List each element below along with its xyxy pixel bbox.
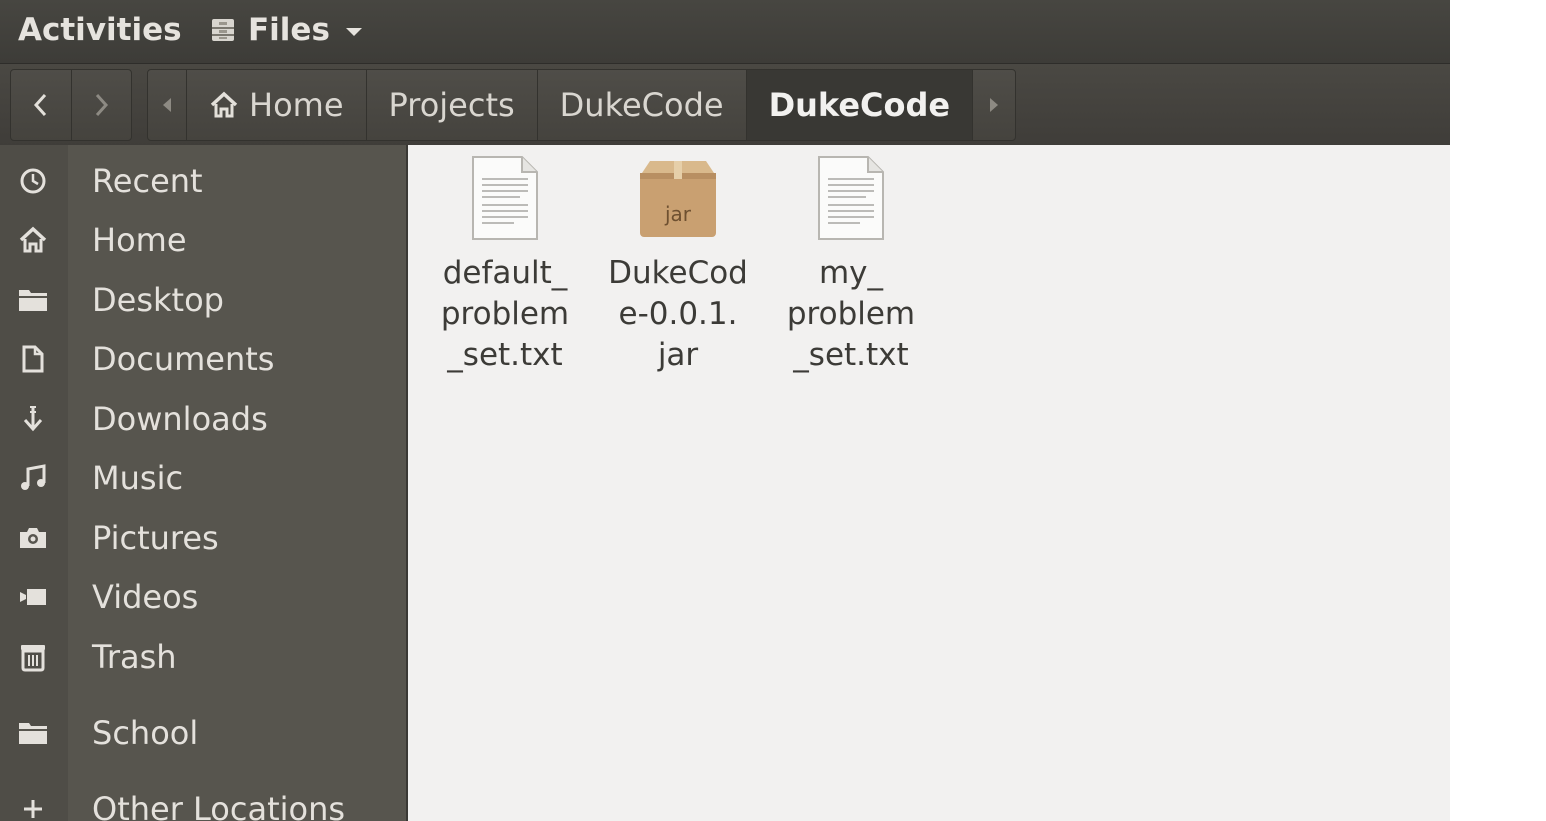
places-sidebar: Recent Home Desktop Documents Downloads … — [0, 145, 408, 821]
breadcrumb-home[interactable]: Home — [186, 70, 366, 140]
sidebar-item-school[interactable]: School — [0, 705, 406, 761]
sidebar-item-label: Home — [92, 221, 187, 259]
folder-icon — [19, 723, 47, 744]
file-item[interactable]: my_ problem _set.txt — [776, 155, 926, 376]
top-panel: Activities Files — [0, 0, 1450, 63]
home-icon — [210, 91, 238, 118]
file-name: my_ problem _set.txt — [786, 255, 916, 373]
sidebar-item-music[interactable]: Music — [0, 450, 406, 506]
path-bar: Home Projects DukeCode DukeCode — [147, 69, 1017, 141]
home-icon — [19, 226, 47, 253]
triangle-left-icon — [163, 98, 171, 112]
file-manager-window: Activities Files Home Projects DukeCode … — [0, 0, 1450, 821]
music-note-icon — [21, 464, 46, 490]
sidebar-item-documents[interactable]: Documents — [0, 331, 406, 387]
sidebar-item-label: Documents — [92, 340, 275, 378]
navigation-buttons — [10, 69, 132, 141]
document-icon — [22, 345, 44, 373]
text-file-icon — [472, 156, 538, 240]
file-item[interactable]: default_ problem _set.txt — [430, 155, 580, 376]
sidebar-item-trash[interactable]: Trash — [0, 629, 406, 685]
activities-button[interactable]: Activities — [18, 12, 182, 48]
camera-icon — [20, 528, 46, 548]
app-name: Files — [248, 12, 330, 48]
video-icon — [20, 589, 46, 605]
path-scroll-left-button[interactable] — [148, 70, 186, 140]
sidebar-item-pictures[interactable]: Pictures — [0, 510, 406, 566]
clock-icon — [20, 168, 46, 194]
breadcrumb-home-label: Home — [249, 86, 344, 124]
app-menu[interactable]: Files — [210, 12, 362, 48]
sidebar-item-videos[interactable]: Videos — [0, 569, 406, 625]
sidebar-item-label: Other Locations — [92, 790, 346, 821]
file-cabinet-icon — [212, 19, 234, 41]
breadcrumb-dukecode-current[interactable]: DukeCode — [745, 70, 973, 140]
sidebar-item-home[interactable]: Home — [0, 212, 406, 268]
jar-archive-icon: jar — [640, 161, 716, 237]
sidebar-item-label: Desktop — [92, 281, 224, 319]
sidebar-item-downloads[interactable]: Downloads — [0, 391, 406, 447]
forward-button[interactable] — [70, 70, 132, 140]
sidebar-item-label: Recent — [92, 162, 203, 200]
path-scroll-right-button[interactable] — [972, 70, 1015, 140]
file-view[interactable]: default_ problem _set.txt jar DukeCod e-… — [408, 145, 1450, 821]
breadcrumb-projects[interactable]: Projects — [365, 70, 537, 140]
sidebar-item-label: Music — [92, 459, 184, 497]
file-item[interactable]: jar DukeCod e-0.0.1. jar — [603, 155, 753, 376]
plus-icon — [24, 800, 42, 818]
dropdown-arrow-icon — [345, 28, 362, 36]
sidebar-item-label: Videos — [92, 578, 199, 616]
sidebar-item-label: Trash — [92, 638, 177, 676]
folder-icon — [19, 290, 47, 311]
file-name: DukeCod e-0.0.1. jar — [608, 255, 748, 373]
sidebar-item-label: Downloads — [92, 400, 268, 438]
svg-text:jar: jar — [664, 202, 692, 226]
text-file-icon — [818, 156, 884, 240]
header-bar: Home Projects DukeCode DukeCode — [0, 63, 1450, 146]
sidebar-item-recent[interactable]: Recent — [0, 153, 406, 209]
trash-icon — [21, 645, 45, 672]
file-name: default_ problem _set.txt — [440, 255, 570, 373]
chevron-left-icon — [33, 93, 46, 117]
sidebar-item-other-locations[interactable]: Other Locations — [0, 781, 406, 821]
back-button[interactable] — [11, 70, 71, 140]
sidebar-item-label: Pictures — [92, 519, 219, 557]
download-arrow-icon — [23, 406, 43, 432]
sidebar-item-desktop[interactable]: Desktop — [0, 272, 406, 328]
sidebar-item-label: School — [92, 714, 199, 752]
triangle-right-icon — [990, 98, 999, 112]
chevron-right-icon — [96, 93, 109, 117]
breadcrumb-dukecode-parent[interactable]: DukeCode — [536, 70, 746, 140]
